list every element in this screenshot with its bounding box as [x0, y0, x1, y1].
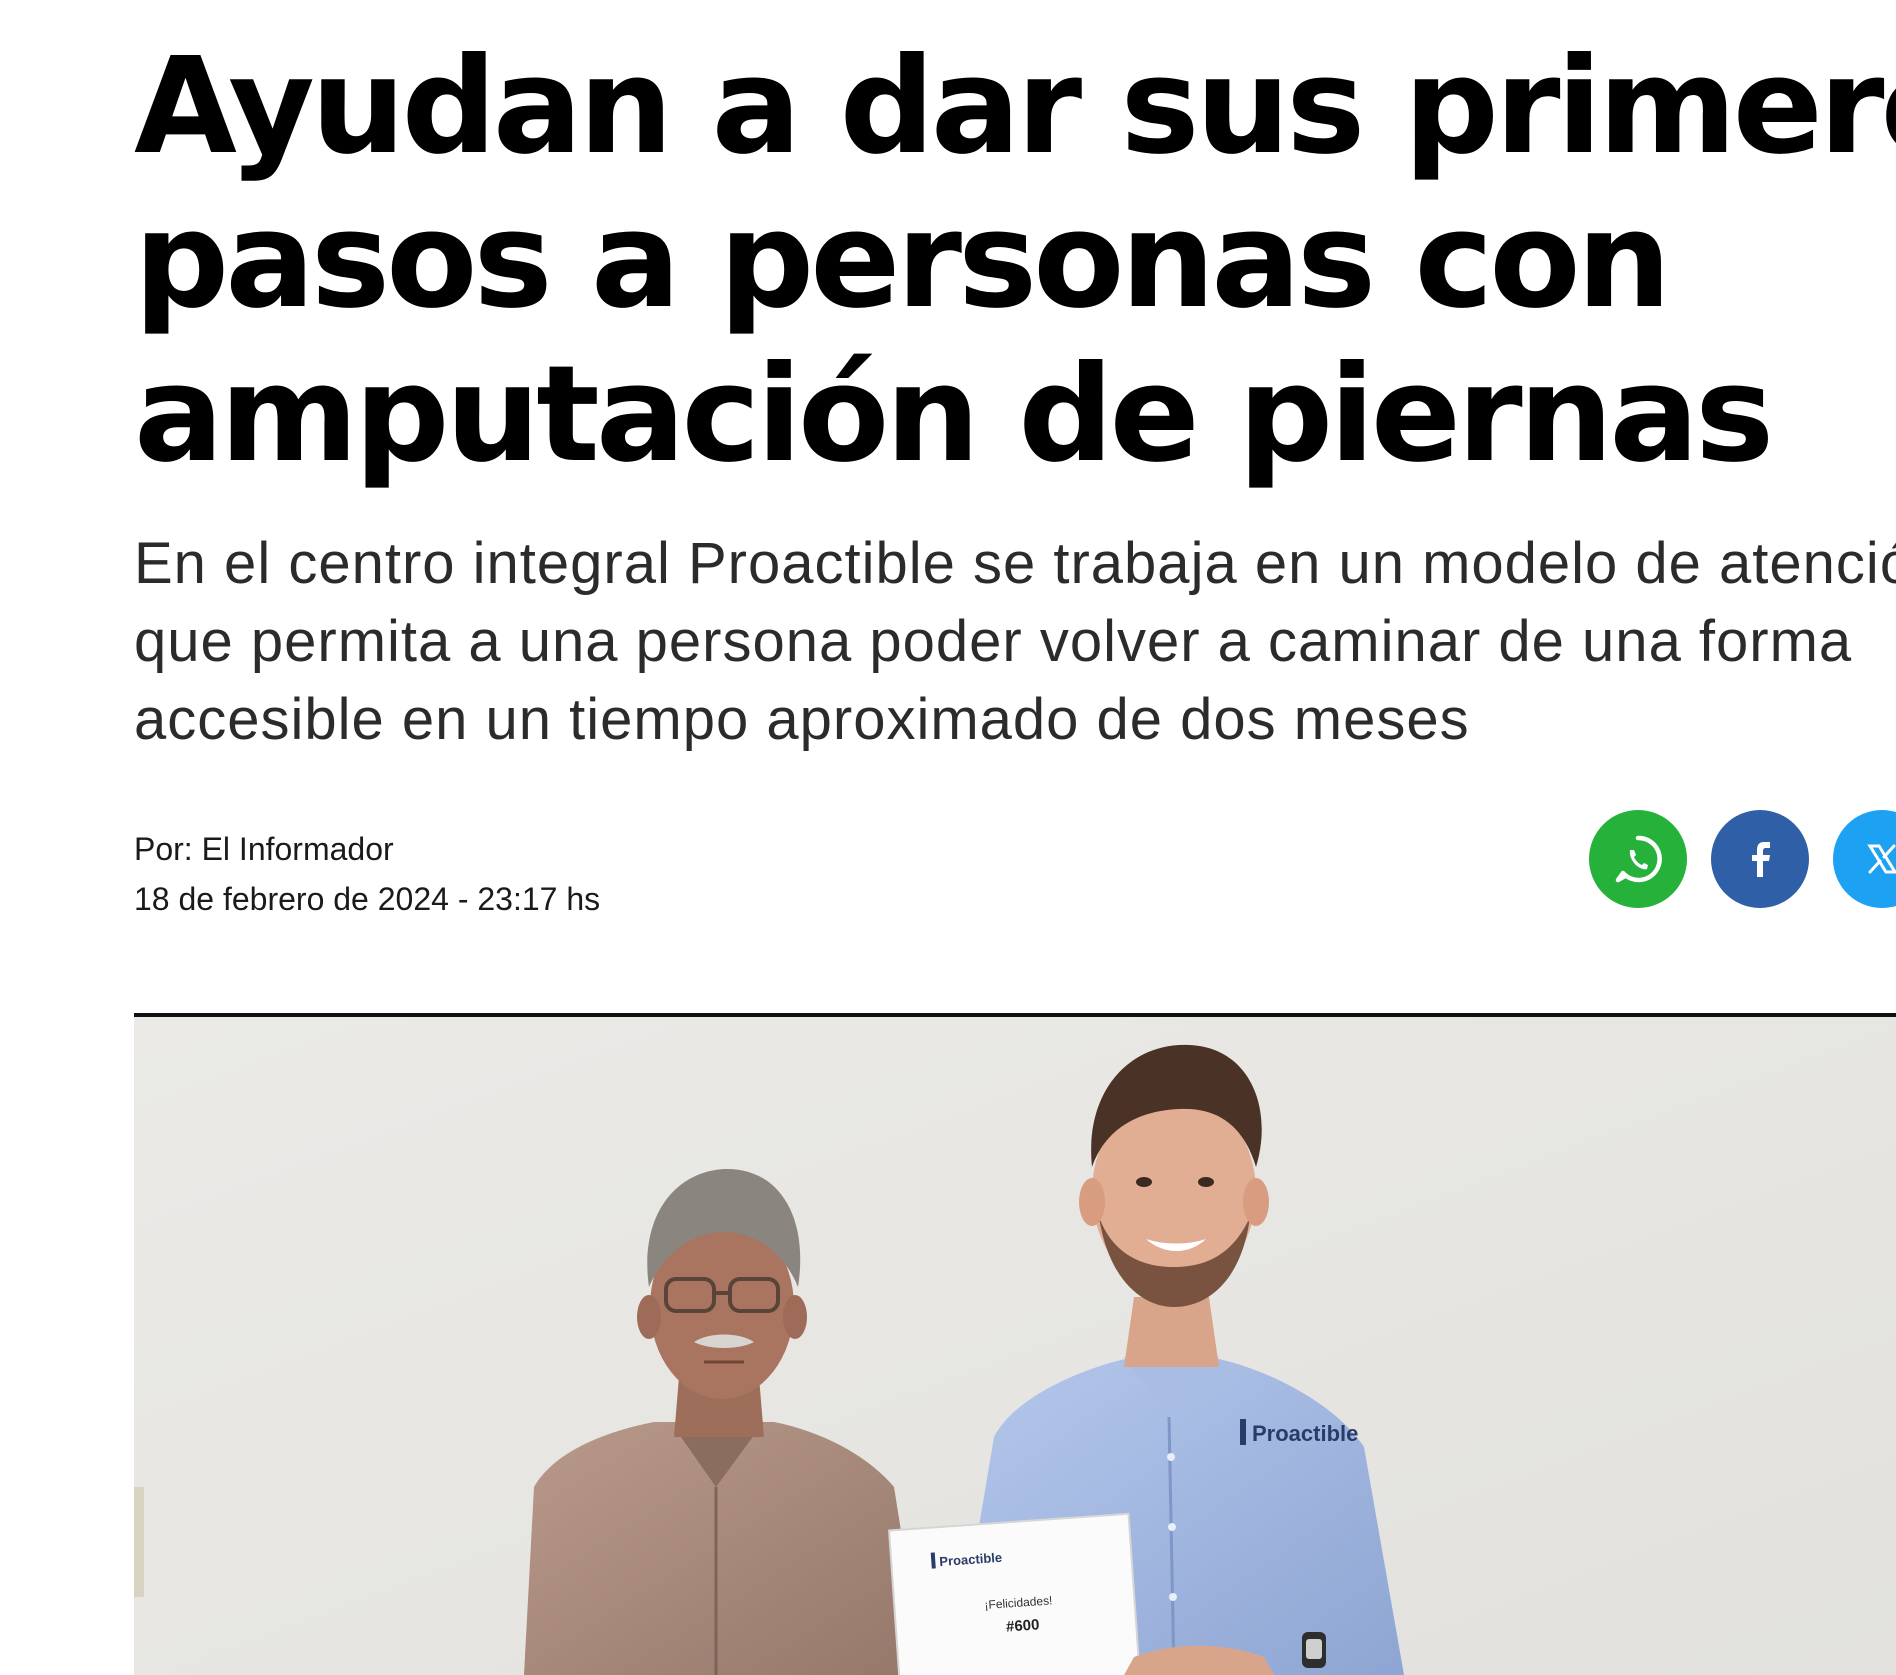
article-subtitle: En el centro integral Proactible se trab… — [134, 525, 1896, 759]
headline-line-2: pasos a personas con — [134, 184, 1671, 338]
byline: Por: El Informador 18 de febrero de 2024… — [134, 824, 600, 924]
facebook-icon — [1752, 842, 1770, 877]
x-share-button[interactable] — [1833, 810, 1896, 908]
article: Ayudan a dar sus primeros pasos a person… — [134, 0, 1896, 1675]
byline-date: 18 de febrero de 2024 - 23:17 hs — [134, 881, 601, 917]
byline-author: Por: El Informador — [134, 831, 394, 867]
whatsapp-icon — [1615, 835, 1662, 883]
headline-line-3: amputación de piernas — [134, 338, 1774, 492]
facebook-share-button[interactable] — [1711, 810, 1809, 908]
subtitle-line-3: accesible en un tiempo aproximado de dos… — [134, 687, 1470, 752]
article-photo: Proactible Proactible ¡Felicidades! #600 — [134, 1017, 1896, 1675]
subtitle-line-1: En el centro integral Proactible se trab… — [134, 531, 1896, 596]
share-buttons — [1589, 810, 1896, 908]
photo-illustration: Proactible Proactible ¡Felicidades! #600 — [134, 1017, 1896, 1675]
x-icon — [1867, 844, 1896, 874]
shirt-logo: Proactible — [1252, 1421, 1358, 1446]
certificate-number: #600 — [1005, 1616, 1039, 1635]
subtitle-line-2: que permita a una persona poder volver a… — [134, 609, 1853, 674]
headline-line-1: Ayudan a dar sus primeros — [134, 30, 1896, 184]
article-headline: Ayudan a dar sus primeros pasos a person… — [134, 30, 1896, 492]
whatsapp-share-button[interactable] — [1589, 810, 1687, 908]
